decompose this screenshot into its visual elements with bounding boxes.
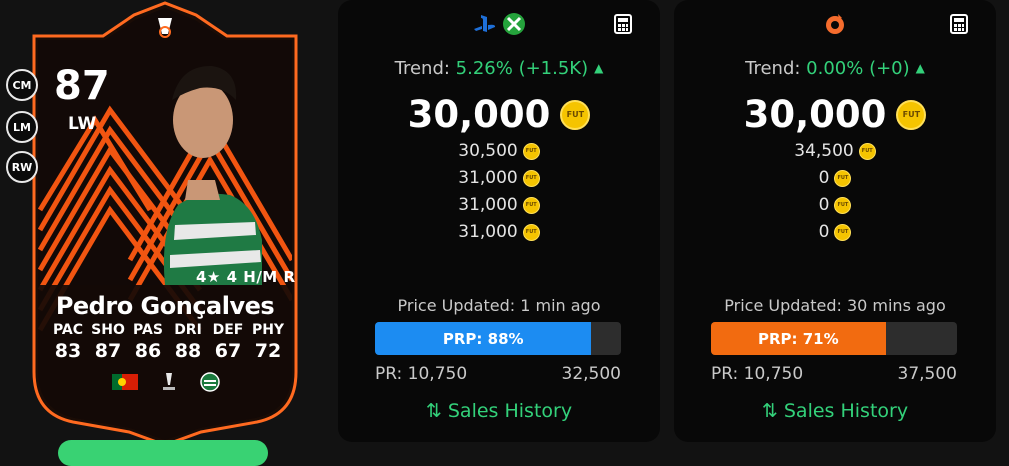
alt-price-row: 30,500 FUT bbox=[338, 141, 660, 161]
calculator-icon[interactable] bbox=[950, 14, 968, 34]
coin-icon: FUT bbox=[858, 142, 876, 160]
alt-position-lm: LM bbox=[6, 111, 38, 143]
stats-row: PAC 83 SHO 87 PAS 86 DRI 88 DEF 67 PHY 72 bbox=[48, 322, 288, 362]
sales-history-label: Sales History bbox=[783, 400, 909, 422]
card-rating: 87 bbox=[54, 63, 110, 109]
stat-label: PAC bbox=[52, 322, 84, 338]
price-range: PR: 10,750 32,500 bbox=[375, 364, 621, 384]
price-range-min: PR: 10,750 bbox=[375, 364, 468, 384]
alt-price: 0 bbox=[818, 222, 830, 242]
sort-arrows-icon: ⇅ bbox=[425, 400, 442, 422]
alt-price-row: 31,000 FUT bbox=[338, 222, 660, 242]
main-price-value: 30,000 bbox=[407, 93, 551, 136]
alt-price-row: 34,500 FUT bbox=[674, 141, 996, 161]
alt-price: 31,000 bbox=[458, 195, 518, 215]
stat-value: 88 bbox=[174, 340, 202, 362]
sales-history-link[interactable]: ⇅ Sales History bbox=[674, 400, 996, 422]
trend-label: Trend: bbox=[745, 58, 801, 79]
liga-portugal-icon bbox=[163, 373, 175, 390]
price-range: PR: 10,750 37,500 bbox=[711, 364, 957, 384]
sales-history-link[interactable]: ⇅ Sales History bbox=[338, 400, 660, 422]
skills-weakfoot: 4★ 4 H/M R bbox=[196, 268, 296, 286]
xbox-icon[interactable] bbox=[502, 12, 526, 36]
price-updated: Price Updated: 1 min ago bbox=[397, 296, 601, 315]
coin-icon: FUT bbox=[834, 169, 852, 187]
stat-label: SHO bbox=[91, 322, 125, 338]
stat-value: 87 bbox=[94, 340, 122, 362]
stat-value: 72 bbox=[254, 340, 282, 362]
main-price-value: 30,000 bbox=[743, 93, 887, 136]
stat-sho: SHO 87 bbox=[88, 322, 128, 362]
stat-label: PHY bbox=[251, 322, 285, 338]
prp-bar-fill: PRP: 71% bbox=[711, 322, 886, 355]
sporting-club-icon bbox=[200, 372, 220, 392]
alt-price: 31,000 bbox=[458, 168, 518, 188]
stat-phy: PHY 72 bbox=[248, 322, 288, 362]
coin-icon: FUT bbox=[834, 223, 852, 241]
card-badges bbox=[112, 371, 220, 393]
coin-icon: FUT bbox=[834, 196, 852, 214]
alt-price-row: 0 FUT bbox=[674, 222, 996, 242]
stat-value: 86 bbox=[134, 340, 162, 362]
playstation-icon[interactable] bbox=[472, 12, 498, 36]
portugal-flag-icon bbox=[112, 374, 138, 390]
sort-arrows-icon: ⇅ bbox=[761, 400, 778, 422]
player-card[interactable]: CM LM RW 87 LW 4★ 4 H/M R Pedro Gonçalve… bbox=[0, 0, 330, 466]
alt-price: 34,500 bbox=[794, 141, 854, 161]
trend-up-icon: ▲ bbox=[594, 61, 604, 75]
price-updated: Price Updated: 30 mins ago bbox=[724, 296, 946, 315]
coin-icon: FUT bbox=[522, 169, 540, 187]
stat-pac: PAC 83 bbox=[48, 322, 88, 362]
card-position: LW bbox=[68, 114, 97, 134]
coin-icon: FUT bbox=[560, 99, 591, 130]
stat-value: 83 bbox=[54, 340, 82, 362]
price-panel-console: Trend: 5.26% (+1.5K) ▲ 30,000 FUT 30,500 F… bbox=[338, 0, 660, 442]
price-range-max: 37,500 bbox=[897, 364, 957, 384]
alt-position-cm: CM bbox=[6, 69, 38, 101]
coin-icon: FUT bbox=[896, 99, 927, 130]
alt-price-row: 0 FUT bbox=[674, 168, 996, 188]
prp-bar: PRP: 71% bbox=[711, 322, 957, 355]
prp-bar: PRP: 88% bbox=[375, 322, 621, 355]
player-name: Pedro Gonçalves bbox=[55, 292, 275, 320]
trend-value: 5.26% (+1.5K) bbox=[455, 58, 589, 79]
alt-price-row: 31,000 FUT bbox=[338, 195, 660, 215]
trend-up-icon: ▲ bbox=[915, 61, 925, 75]
alt-price-row: 0 FUT bbox=[674, 195, 996, 215]
trend-value: 0.00% (+0) bbox=[806, 58, 910, 79]
price-trend: Trend: 5.26% (+1.5K) ▲ bbox=[338, 58, 660, 79]
price-range-max: 32,500 bbox=[561, 364, 621, 384]
stat-label: PAS bbox=[133, 322, 163, 338]
alt-price: 30,500 bbox=[458, 141, 518, 161]
platform-icons bbox=[674, 12, 996, 36]
alt-position-rw: RW bbox=[6, 151, 38, 183]
lowest-bin-price: 30,000 FUT bbox=[338, 93, 660, 136]
green-action-button[interactable] bbox=[58, 440, 268, 466]
sales-history-label: Sales History bbox=[447, 400, 573, 422]
stat-value: 67 bbox=[214, 340, 242, 362]
coin-icon: FUT bbox=[522, 142, 540, 160]
stat-label: DEF bbox=[212, 322, 244, 338]
platform-icons bbox=[338, 12, 660, 36]
alt-price: 31,000 bbox=[458, 222, 518, 242]
stat-dri: DRI 88 bbox=[168, 322, 208, 362]
stat-def: DEF 67 bbox=[208, 322, 248, 362]
alt-price-row: 31,000 FUT bbox=[338, 168, 660, 188]
alt-price: 0 bbox=[818, 195, 830, 215]
price-range-min: PR: 10,750 bbox=[711, 364, 804, 384]
stat-pas: PAS 86 bbox=[128, 322, 168, 362]
prp-bar-fill: PRP: 88% bbox=[375, 322, 592, 355]
trend-label: Trend: bbox=[394, 58, 450, 79]
coin-icon: FUT bbox=[522, 196, 540, 214]
calculator-icon[interactable] bbox=[614, 14, 632, 34]
lowest-bin-price: 30,000 FUT bbox=[674, 93, 996, 136]
origin-icon[interactable] bbox=[823, 12, 847, 36]
price-trend: Trend: 0.00% (+0) ▲ bbox=[674, 58, 996, 79]
price-panel-pc: Trend: 0.00% (+0) ▲ 30,000 FUT 34,500 FUT … bbox=[674, 0, 996, 442]
coin-icon: FUT bbox=[522, 223, 540, 241]
alt-price: 0 bbox=[818, 168, 830, 188]
stat-label: DRI bbox=[174, 322, 202, 338]
